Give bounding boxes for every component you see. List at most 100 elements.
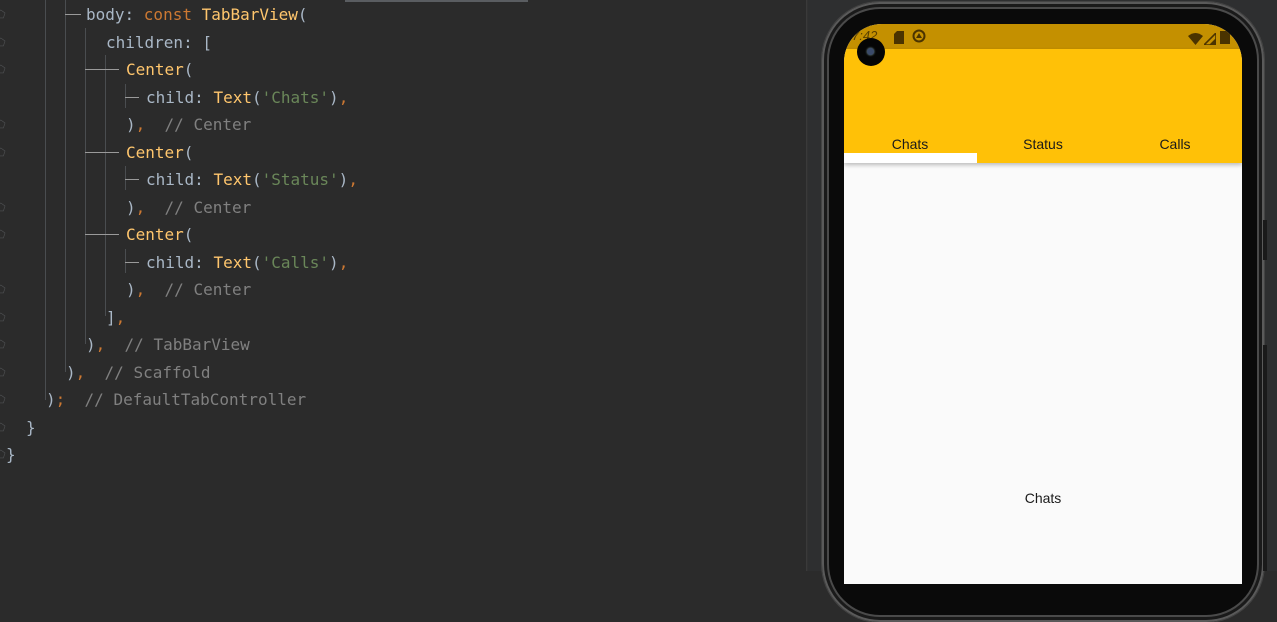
code-token: Text [213, 170, 252, 189]
code-editor[interactable]: body: const TabBarView( ⬠ children: [ ⬠ Cent… [0, 0, 806, 571]
tree-branch-line [85, 234, 119, 235]
tree-branch-line [125, 262, 139, 263]
code-token: Center [126, 225, 184, 244]
code-token: ) [46, 390, 56, 409]
indent-guide [85, 28, 86, 344]
tab-content-text: Chats [1024, 490, 1062, 506]
code-line[interactable]: child: Text('Calls'), [146, 249, 348, 276]
code-token: , [95, 335, 106, 354]
code-token: ( [297, 5, 308, 24]
code-token: , [135, 197, 146, 217]
fold-marker-icon[interactable]: ⬠ [0, 36, 6, 49]
code-token: child: [146, 87, 214, 107]
status-bar: 7:42 [844, 24, 1242, 49]
code-token: } [6, 445, 16, 464]
code-line[interactable]: ), // Scaffold [66, 359, 211, 386]
fold-marker-icon[interactable]: ⬠ [0, 146, 6, 159]
code-token: ) [126, 115, 136, 134]
tree-branch-line [65, 14, 81, 15]
code-line[interactable]: Center( [126, 221, 193, 248]
phone-screen: 7:42 Chats Status Calls Chats [844, 24, 1242, 584]
editor-scroll-indicator [345, 0, 528, 2]
code-token: // DefaultTabController [65, 390, 307, 409]
code-token: body: [86, 5, 144, 24]
code-line[interactable]: Center( [126, 139, 193, 166]
wifi-icon [1188, 30, 1203, 49]
code-token: ) [329, 252, 339, 272]
indent-guide [45, 0, 46, 400]
code-token: // Center [145, 280, 252, 299]
code-token: ( [183, 225, 194, 244]
volume-button [1263, 220, 1267, 260]
code-token: // Center [145, 197, 252, 217]
code-line[interactable]: ), // Center [126, 276, 251, 303]
code-token: ] [106, 307, 116, 327]
battery-icon [1220, 29, 1230, 48]
tab-indicator [844, 153, 977, 163]
code-line[interactable]: ), // TabBarView [86, 331, 250, 358]
code-token: Text [213, 87, 252, 107]
tab-label: Calls [1159, 136, 1191, 152]
fold-marker-icon[interactable]: ⬠ [0, 421, 6, 434]
code-token: ( [251, 252, 262, 272]
code-token: , [135, 115, 146, 134]
indent-guide [65, 0, 66, 372]
fold-marker-icon[interactable]: ⬠ [0, 311, 6, 324]
fold-marker-icon[interactable]: ⬠ [0, 394, 6, 406]
code-line[interactable]: body: const TabBarView( [86, 1, 308, 28]
fold-marker-icon[interactable]: ⬠ [0, 201, 6, 214]
code-token: ) [329, 87, 339, 107]
code-token: ) [66, 362, 76, 382]
fold-marker-icon[interactable]: ⬠ [0, 119, 6, 131]
code-line[interactable]: children: [ [106, 29, 212, 56]
tree-branch-line [85, 69, 119, 70]
fold-marker-icon[interactable]: ⬠ [0, 366, 6, 379]
code-line[interactable]: ), // Center [126, 194, 251, 221]
fold-marker-icon[interactable]: ⬠ [0, 9, 6, 21]
code-token: , [338, 87, 349, 107]
code-line[interactable]: ); // DefaultTabController [46, 386, 306, 413]
code-token: 'Status' [261, 170, 339, 189]
indent-guide [125, 166, 126, 190]
code-token: , [348, 170, 358, 189]
code-token: , [115, 307, 126, 327]
code-token: } [26, 417, 36, 437]
code-token: child: [146, 252, 214, 272]
code-line[interactable]: child: Text('Chats'), [146, 84, 348, 111]
code-line[interactable]: Center( [126, 56, 193, 83]
fold-marker-icon[interactable]: ⬠ [0, 64, 6, 76]
code-token: 'Calls' [261, 252, 330, 272]
tab-calls[interactable]: Calls [1109, 129, 1241, 159]
code-token: children: [ [106, 32, 212, 52]
code-line[interactable]: child: Text('Status'), [146, 166, 358, 193]
code-token: , [75, 362, 86, 382]
code-token: 'Chats' [261, 87, 330, 107]
tab-label: Status [1023, 136, 1063, 152]
indent-guide [105, 55, 106, 316]
fold-marker-icon[interactable]: ⬠ [0, 449, 6, 461]
fold-marker-icon[interactable]: ⬠ [0, 339, 6, 351]
code-token: ( [251, 170, 262, 189]
code-line[interactable]: ], [106, 304, 125, 331]
code-token: ) [126, 280, 136, 299]
fold-marker-icon[interactable]: ⬠ [0, 229, 6, 241]
code-token: const [143, 5, 202, 24]
code-token: ) [126, 197, 136, 217]
code-token: , [338, 252, 349, 272]
tab-status[interactable]: Status [977, 129, 1109, 159]
sd-card-icon [894, 29, 904, 48]
power-button [1263, 345, 1267, 571]
code-token: Center [126, 60, 184, 79]
app-bar: Chats Status Calls [844, 49, 1242, 163]
signal-icon [1202, 30, 1217, 49]
code-line[interactable]: } [6, 441, 16, 468]
code-token: // TabBarView [105, 335, 250, 354]
camera-cutout-icon [857, 38, 885, 66]
code-token: Center [126, 142, 184, 162]
code-token: Text [213, 252, 252, 272]
code-line[interactable]: } [26, 414, 36, 441]
fold-marker-icon[interactable]: ⬠ [0, 284, 6, 296]
tab-label: Chats [891, 136, 929, 152]
code-token: ) [338, 170, 349, 189]
code-line[interactable]: ), // Center [126, 111, 251, 138]
